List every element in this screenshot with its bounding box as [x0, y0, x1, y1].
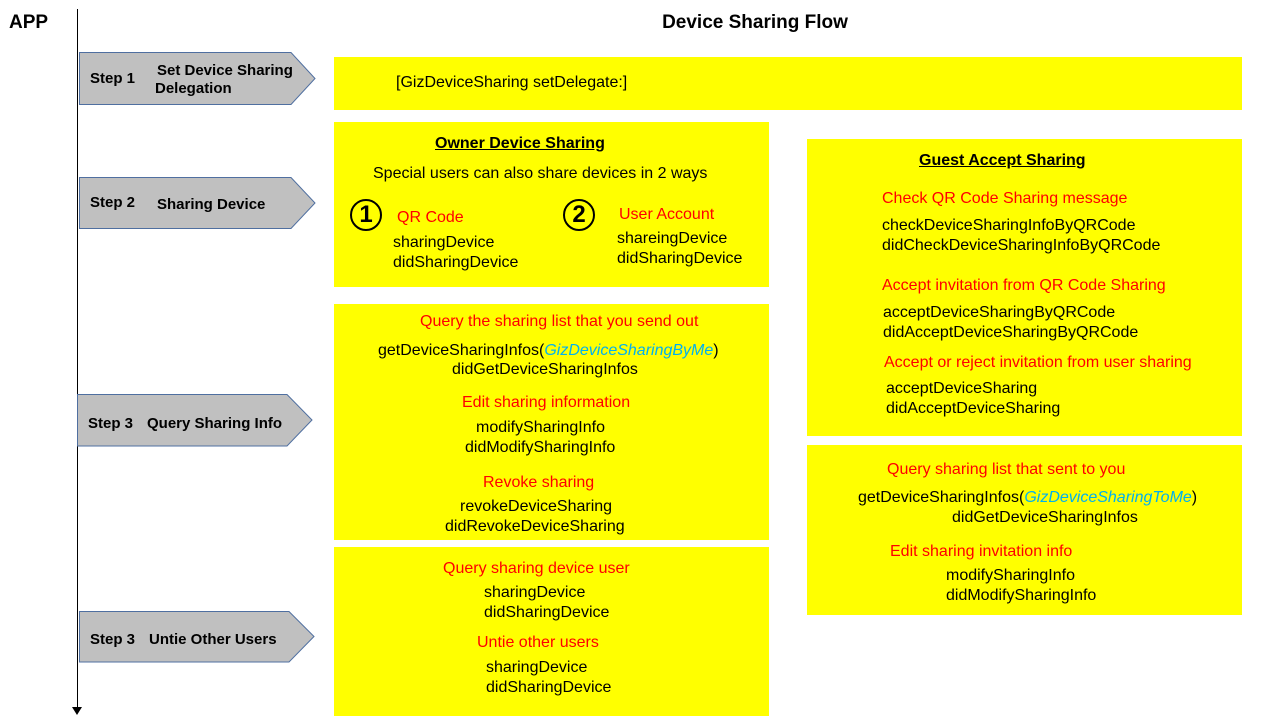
step-2-arrow: Step 2 Sharing Device	[79, 177, 316, 229]
owner-sharing-box: Owner Device Sharing Special users can a…	[334, 122, 769, 287]
callback-name: didSharingDevice	[393, 254, 519, 271]
set-delegate-box: [GizDeviceSharing setDelegate:]	[334, 57, 1242, 110]
section-label: Untie other users	[477, 634, 599, 651]
method-name: shareingDevice	[617, 230, 728, 247]
way-label: User Account	[619, 206, 715, 223]
callback-name: didModifySharingInfo	[946, 587, 1097, 604]
section-label: Query the sharing list that you send out	[420, 313, 699, 330]
query-sharing-info-box: Query the sharing list that you send out…	[334, 304, 769, 540]
method-name: getDeviceSharingInfos(	[378, 342, 545, 359]
step-3-query-arrow: Step 3 Query Sharing Info	[77, 394, 313, 447]
method-name: sharingDevice	[393, 234, 495, 251]
callback-name: didSharingDevice	[486, 679, 612, 696]
callback-name: didSharingDevice	[484, 604, 610, 621]
section-label: Edit sharing invitation info	[890, 543, 1073, 560]
callback-name: didRevokeDeviceSharing	[445, 518, 625, 535]
method-name: revokeDeviceSharing	[460, 498, 613, 515]
lane-label-app: APP	[9, 12, 49, 33]
step-number: Step 3	[88, 415, 134, 432]
owner-sharing-heading: Owner Device Sharing	[435, 135, 605, 152]
callback-name: didSharingDevice	[617, 250, 743, 267]
step-name: Query Sharing Info	[147, 415, 283, 432]
step-1-arrow: Step 1 Set Device Sharing Delegation	[79, 52, 316, 105]
enum-argument: GizDeviceSharingByMe	[544, 342, 714, 359]
method-call: getDeviceSharingInfos(GizDeviceSharingTo…	[858, 488, 1197, 508]
method-name: getDeviceSharingInfos(	[858, 489, 1025, 506]
callback-name: didAcceptDeviceSharing	[886, 400, 1061, 417]
step-number: Step 1	[90, 70, 136, 87]
call-suffix: )	[713, 342, 719, 359]
step-number: Step 2	[90, 194, 136, 211]
method-name: sharingDevice	[486, 659, 588, 676]
timeline-line	[77, 9, 78, 709]
section-label: Edit sharing information	[462, 394, 631, 411]
untie-users-box: Query sharing device user sharingDevice …	[334, 547, 769, 716]
way-label: QR Code	[397, 209, 464, 226]
step-name: Set Device Sharing	[157, 62, 293, 79]
section-label: Query sharing list that sent to you	[887, 461, 1126, 478]
callback-name: didModifySharingInfo	[465, 439, 616, 456]
method-name: checkDeviceSharingInfoByQRCode	[882, 217, 1136, 234]
guest-accept-heading: Guest Accept Sharing	[919, 152, 1086, 169]
number-one-badge-icon: 1	[350, 199, 382, 231]
number-two-badge-icon: 2	[563, 199, 595, 231]
step-name: Untie Other Users	[149, 631, 277, 648]
section-label: Check QR Code Sharing message	[882, 190, 1128, 207]
callback-name: didAcceptDeviceSharingByQRCode	[883, 324, 1139, 341]
guest-query-box: Query sharing list that sent to you getD…	[807, 445, 1242, 615]
guest-accept-box: Guest Accept Sharing Check QR Code Shari…	[807, 139, 1242, 436]
method-name: modifySharingInfo	[946, 567, 1075, 584]
owner-sharing-subtitle: Special users can also share devices in …	[373, 165, 708, 182]
method-name: acceptDeviceSharingByQRCode	[883, 304, 1116, 321]
callback-name: didGetDeviceSharingInfos	[952, 509, 1138, 526]
section-label: Query sharing device user	[443, 560, 630, 577]
callback-name: didCheckDeviceSharingInfoByQRCode	[882, 237, 1161, 254]
callback-name: didGetDeviceSharingInfos	[452, 361, 638, 378]
step-number: Step 3	[90, 631, 136, 648]
set-delegate-call: [GizDeviceSharing setDelegate:]	[396, 74, 628, 91]
section-label: Accept or reject invitation from user sh…	[884, 354, 1192, 371]
section-label: Accept invitation from QR Code Sharing	[882, 277, 1166, 294]
timeline-arrow-icon	[72, 707, 82, 715]
step-name: Sharing Device	[157, 196, 266, 213]
enum-argument: GizDeviceSharingToMe	[1024, 489, 1192, 506]
method-name: sharingDevice	[484, 584, 586, 601]
method-name: modifySharingInfo	[476, 419, 605, 436]
call-suffix: )	[1191, 489, 1198, 506]
section-label: Revoke sharing	[483, 474, 595, 491]
step-3-untie-arrow: Step 3 Untie Other Users	[79, 611, 315, 663]
method-name: acceptDeviceSharing	[886, 380, 1038, 397]
step-name-line2: Delegation	[155, 80, 232, 97]
method-call: getDeviceSharingInfos(GizDeviceSharingBy…	[378, 341, 719, 361]
diagram-title: Device Sharing Flow	[662, 12, 848, 33]
